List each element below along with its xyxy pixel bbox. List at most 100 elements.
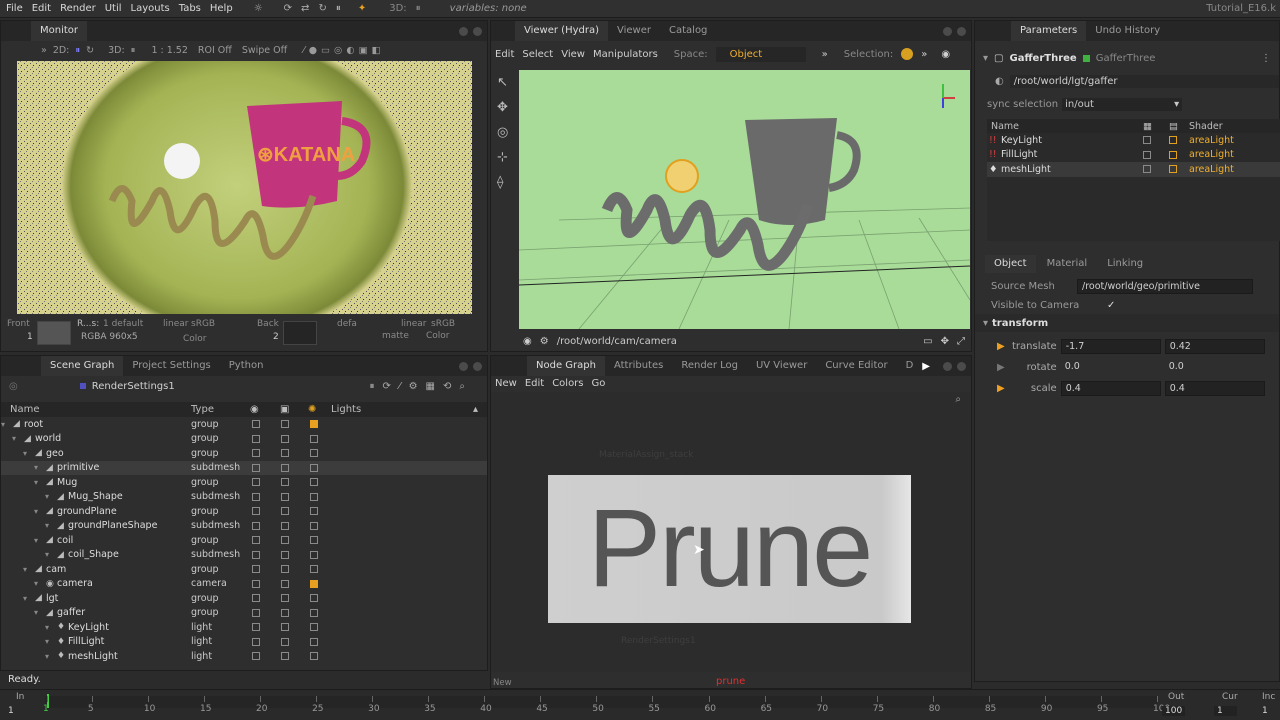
viewer-menu-view[interactable]: View bbox=[561, 49, 585, 60]
render-checkbox[interactable] bbox=[281, 637, 289, 646]
expand-arrow-icon[interactable]: ▾ bbox=[34, 507, 38, 516]
render-icon[interactable]: ✦ bbox=[358, 3, 366, 14]
expand-arrow-icon[interactable]: ▾ bbox=[45, 623, 49, 632]
viewer-menu-manipulators[interactable]: Manipulators bbox=[593, 49, 658, 60]
light-checkbox[interactable] bbox=[310, 478, 318, 487]
visibility-checkbox[interactable] bbox=[252, 637, 260, 646]
light-shader[interactable]: areaLight bbox=[1189, 149, 1234, 160]
render-checkbox[interactable] bbox=[281, 492, 289, 501]
ng-menu-go[interactable]: Go bbox=[592, 378, 606, 389]
close-icon[interactable] bbox=[957, 361, 966, 371]
translate-tool-icon[interactable]: ✥ bbox=[497, 100, 513, 115]
menu-file[interactable]: File bbox=[6, 3, 23, 14]
light-checkbox[interactable] bbox=[310, 507, 318, 516]
scene-tree-row[interactable]: ▾ ◢ lgt group bbox=[1, 591, 487, 606]
node-materialassign[interactable]: MaterialAssign_stack bbox=[599, 450, 693, 460]
expand-icon[interactable]: ⤢ bbox=[957, 336, 965, 347]
move-icon[interactable]: ✥ bbox=[941, 336, 949, 347]
scale-tool-icon[interactable]: ⊹ bbox=[497, 150, 513, 165]
panel-menu-icon[interactable] bbox=[943, 26, 952, 36]
pause-icon[interactable]: » bbox=[41, 45, 47, 56]
node-menu-icon[interactable]: ⋮ bbox=[1261, 53, 1271, 64]
visibility-checkbox[interactable] bbox=[252, 420, 260, 429]
scene-tree-row[interactable]: ▾ ♦ FillLight light bbox=[1, 635, 487, 650]
camera-path[interactable]: /root/world/cam/camera bbox=[557, 336, 677, 347]
visibility-checkbox[interactable] bbox=[252, 652, 260, 661]
menu-edit[interactable]: Edit bbox=[32, 3, 51, 14]
light-shader[interactable]: areaLight bbox=[1189, 135, 1234, 146]
camera-icon[interactable]: ▭ bbox=[923, 336, 932, 347]
render-checkbox[interactable] bbox=[281, 434, 289, 443]
close-icon[interactable] bbox=[473, 361, 482, 371]
tab-python[interactable]: Python bbox=[220, 356, 273, 376]
render-checkbox[interactable] bbox=[281, 579, 289, 588]
visibility-checkbox[interactable] bbox=[252, 594, 260, 603]
roi-toggle[interactable]: ROI Off bbox=[198, 45, 232, 56]
expand-arrow-icon[interactable]: ▾ bbox=[23, 594, 27, 603]
scene-tree-row[interactable]: ▾ ◢ groundPlaneShape subdmesh bbox=[1, 519, 487, 534]
light-checkbox[interactable] bbox=[310, 637, 318, 646]
ng-menu-new[interactable]: New bbox=[495, 378, 517, 389]
light-checkbox[interactable] bbox=[310, 463, 318, 472]
light-shader[interactable]: areaLight bbox=[1189, 164, 1234, 175]
tab-parameters[interactable]: Parameters bbox=[1011, 21, 1087, 41]
in-field[interactable]: 1 bbox=[8, 706, 14, 716]
light-checkbox[interactable] bbox=[310, 420, 318, 429]
collapse-arrow-icon[interactable]: ▾ bbox=[983, 53, 988, 64]
expand-arrow-icon[interactable]: ▾ bbox=[45, 652, 49, 661]
render-checkbox[interactable] bbox=[281, 550, 289, 559]
cur-field[interactable]: 1 bbox=[1214, 706, 1237, 716]
prune-node[interactable]: Prune bbox=[548, 475, 911, 623]
rotate-x-field[interactable]: 0.0 bbox=[1061, 360, 1161, 375]
light-checkbox[interactable] bbox=[310, 521, 318, 530]
node-rendersettings[interactable]: RenderSettings1 bbox=[621, 636, 696, 646]
tab-undo-history[interactable]: Undo History bbox=[1086, 21, 1169, 41]
mute-checkbox[interactable] bbox=[1143, 165, 1151, 174]
pause-3d-icon[interactable]: ⏸ bbox=[416, 3, 421, 14]
scene-tree-row[interactable]: ▾ ◢ materials group bbox=[1, 664, 487, 666]
zoom-ratio[interactable]: 1 : 1.52 bbox=[151, 45, 187, 56]
rotate-tool-icon[interactable]: ◎ bbox=[497, 125, 513, 140]
visibility-checkbox[interactable] bbox=[252, 579, 260, 588]
visibility-checkbox[interactable] bbox=[252, 550, 260, 559]
light-checkbox[interactable] bbox=[310, 652, 318, 661]
tab-more[interactable]: D bbox=[897, 356, 923, 376]
visibility-checkbox[interactable] bbox=[252, 565, 260, 574]
tab-viewer-hydra[interactable]: Viewer (Hydra) bbox=[515, 21, 608, 41]
refresh-icon[interactable]: ⟳ bbox=[284, 3, 292, 14]
mute-checkbox[interactable] bbox=[1143, 136, 1151, 145]
scale-x-field[interactable]: 0.4 bbox=[1060, 381, 1161, 396]
chevron-right-icon[interactable]: » bbox=[921, 49, 927, 60]
solo-checkbox[interactable] bbox=[1169, 165, 1177, 174]
tab-node-graph[interactable]: Node Graph bbox=[527, 356, 605, 376]
solo-checkbox[interactable] bbox=[1169, 136, 1177, 145]
expand-arrow-icon[interactable]: ▾ bbox=[1, 420, 5, 429]
tab-linking[interactable]: Linking bbox=[1098, 255, 1152, 273]
light-checkbox[interactable] bbox=[310, 434, 318, 443]
light-checkbox[interactable] bbox=[310, 565, 318, 574]
visibility-checkbox[interactable] bbox=[252, 623, 260, 632]
anim-arrow-icon[interactable]: ▶ bbox=[997, 362, 1005, 373]
light-row[interactable]: ♦ meshLight areaLight bbox=[987, 162, 1280, 177]
light-checkbox[interactable] bbox=[310, 608, 318, 617]
tab-attributes[interactable]: Attributes bbox=[605, 356, 672, 376]
chevron-right-icon[interactable]: » bbox=[822, 49, 828, 60]
tab-material[interactable]: Material bbox=[1038, 255, 1097, 273]
translate-x-field[interactable]: -1.7 bbox=[1060, 339, 1161, 354]
tab-scene-graph[interactable]: Scene Graph bbox=[41, 356, 124, 376]
visibility-checkbox[interactable] bbox=[252, 449, 260, 458]
swipe-toggle[interactable]: Swipe Off bbox=[242, 45, 287, 56]
visibility-checkbox[interactable] bbox=[252, 492, 260, 501]
scene-tree-row[interactable]: ▾ ◢ Mug group bbox=[1, 475, 487, 490]
color2-dropdown[interactable]: Color bbox=[426, 331, 450, 341]
expand-arrow-icon[interactable]: ▾ bbox=[45, 637, 49, 646]
search-icon[interactable]: ⌕ bbox=[955, 394, 961, 405]
pause-icon[interactable]: ⏸ bbox=[336, 3, 341, 14]
scene-tree-row[interactable]: ▾ ◢ primitive subdmesh bbox=[1, 460, 487, 475]
viewer-menu-select[interactable]: Select bbox=[522, 49, 553, 60]
light-checkbox[interactable] bbox=[310, 579, 318, 588]
render-checkbox[interactable] bbox=[281, 652, 289, 661]
selection-mode-icon[interactable] bbox=[901, 48, 914, 60]
camera-settings-icon[interactable]: ⚙ bbox=[540, 336, 549, 347]
expand-arrow-icon[interactable]: ▾ bbox=[34, 608, 38, 617]
